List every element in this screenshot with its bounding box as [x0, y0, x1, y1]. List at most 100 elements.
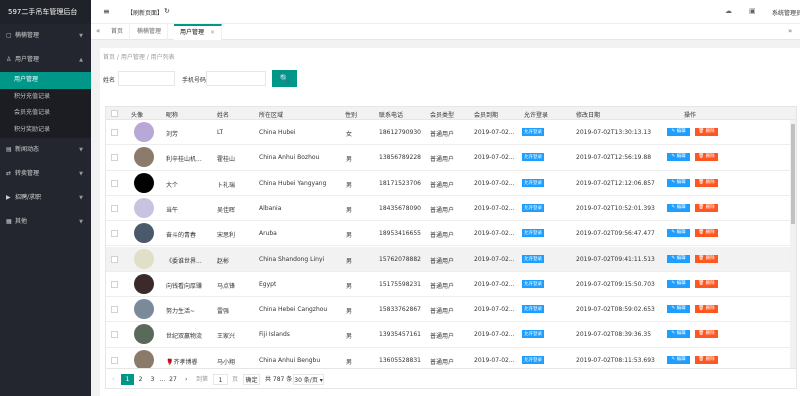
login-badge: 允许登录 [522, 279, 544, 288]
delete-button[interactable]: 🗑 删除 [695, 279, 718, 288]
row-checkbox[interactable] [111, 154, 118, 162]
nickname-cell: 向钱看向厚赚 [166, 282, 203, 290]
name-input[interactable] [118, 71, 175, 86]
fullscreen-icon[interactable]: ▣ [749, 7, 756, 15]
login-badge: 允许登录 [522, 229, 544, 238]
delete-button[interactable]: 🗑 删除 [695, 254, 718, 263]
box-icon: ▢ [6, 32, 12, 39]
row-checkbox[interactable] [111, 230, 118, 238]
refresh-icon[interactable]: ↻ [164, 7, 170, 15]
nav-item[interactable]: ▢ 楠楠管理 ▼ [0, 24, 91, 48]
edit-button[interactable]: ✎ 编辑 [667, 279, 690, 288]
user-menu[interactable]: 系统管理员 [772, 8, 800, 17]
phone-label: 手机号码 [182, 77, 207, 84]
edit-button[interactable]: ✎ 编辑 [667, 153, 690, 162]
modified-date-cell: 2019-07-02T12:56:19.88 [576, 154, 652, 162]
delete-button[interactable]: 🗑 删除 [695, 128, 718, 136]
confirm-button[interactable]: 确定 [243, 374, 260, 385]
row-checkbox[interactable] [111, 129, 118, 136]
nav-item[interactable]: ▦ 其他 ▼ [0, 210, 91, 234]
avatar [134, 223, 154, 244]
delete-button[interactable]: 🗑 删除 [695, 355, 718, 364]
edit-button[interactable]: ✎ 编辑 [667, 178, 690, 187]
tab-bar: « 首页 楠楠管理 用户管理 × » [91, 24, 800, 40]
row-checkbox[interactable] [111, 356, 118, 364]
edit-button[interactable]: ✎ 编辑 [667, 203, 690, 212]
area-cell: Aruba [259, 230, 277, 238]
row-checkbox[interactable] [111, 331, 118, 339]
tab-next-icon[interactable]: » [788, 27, 792, 35]
tab-nannan[interactable]: 楠楠管理 [131, 24, 169, 40]
submenu-item[interactable]: 用户管理 [0, 72, 91, 89]
delete-button[interactable]: 🗑 删除 [695, 153, 718, 162]
scrollbar-thumb[interactable] [791, 124, 795, 224]
close-icon[interactable]: × [210, 29, 215, 36]
row-checkbox[interactable] [111, 179, 118, 187]
sex-cell: 男 [346, 257, 353, 265]
area-cell: China Shandong Linyi [259, 255, 325, 263]
row-checkbox[interactable] [111, 306, 118, 314]
member-type-cell: 普通用户 [430, 282, 455, 290]
page-button[interactable]: 2 [137, 374, 144, 385]
tab-users[interactable]: 用户管理 × [174, 24, 223, 40]
phone-input[interactable] [206, 71, 266, 86]
delete-button[interactable]: 🗑 删除 [695, 229, 718, 238]
transfer-icon: ⇄ [6, 170, 12, 177]
tab-home[interactable]: 首页 [105, 24, 131, 40]
nickname-cell: 《委谁世界... [166, 257, 202, 265]
modified-date-cell: 2019-07-02T08:11:53.693 [576, 356, 655, 364]
next-page-button[interactable]: › [185, 374, 187, 385]
select-all-checkbox[interactable] [111, 110, 118, 117]
chevron-down-icon: ▼ [79, 171, 83, 177]
area-cell: Albania [259, 204, 282, 212]
member-type-cell: 普通用户 [430, 232, 455, 240]
submenu-item[interactable]: 积分充值记录 [0, 89, 91, 106]
nav-item[interactable]: ⇄ 转卖管理 ▼ [0, 162, 91, 186]
modified-date-cell: 2019-07-02T12:12:06.857 [576, 179, 655, 187]
name-label: 姓名 [103, 77, 116, 84]
page-button[interactable]: 1 [121, 374, 134, 385]
vertical-scrollbar[interactable] [790, 120, 796, 368]
page-button[interactable]: 3 [149, 374, 156, 385]
nav-item[interactable]: ▤ 新闻动态 ▼ [0, 138, 91, 162]
refresh-page-link[interactable]: 【刷新页面】 [127, 8, 163, 17]
page-size-select[interactable]: 30 条/页 ▾ [293, 374, 324, 385]
edit-button[interactable]: ✎ 编辑 [667, 355, 690, 364]
edit-button[interactable]: ✎ 编辑 [667, 305, 690, 314]
prev-page-button[interactable]: ‹ [112, 374, 114, 385]
edit-button[interactable]: ✎ 编辑 [667, 229, 690, 238]
tab-prev-icon[interactable]: « [96, 27, 100, 35]
col-header: 所在区域 [259, 112, 284, 119]
menu-icon[interactable]: ≡ [103, 7, 110, 16]
delete-button[interactable]: 🗑 删除 [695, 330, 718, 339]
cloud-icon[interactable]: ☁ [725, 7, 732, 15]
nav-item[interactable]: ▶ 招聘/求职 ▼ [0, 186, 91, 210]
col-header: 会员类型 [430, 112, 455, 119]
nav-item-users[interactable]: ♙ 用户管理 ▲ [0, 48, 91, 72]
search-button[interactable]: 🔍 [272, 70, 297, 87]
goto-label: 到第 [196, 376, 209, 383]
phone-cell: 18171523706 [379, 179, 421, 187]
edit-button[interactable]: ✎ 编辑 [667, 254, 690, 263]
edit-button[interactable]: ✎ 编辑 [667, 330, 690, 339]
page-number-input[interactable]: 1 [213, 374, 228, 385]
area-cell: China Anhui Bengbu [259, 356, 321, 364]
table-row: 🌹齐孝博睿 马小翔 China Anhui Bengbu 男 13605528831 普通… [106, 348, 796, 368]
row-checkbox[interactable] [111, 255, 118, 263]
edit-button[interactable]: ✎ 编辑 [667, 128, 690, 136]
table-row: 世纪双赢物流 王家兴 Fiji Islands 男 13935457161 普通用户 201… [106, 322, 796, 348]
delete-button[interactable]: 🗑 删除 [695, 203, 718, 212]
row-checkbox[interactable] [111, 204, 118, 212]
row-checkbox[interactable] [111, 280, 118, 288]
expiry-cell: 2019-07-02... [474, 280, 515, 288]
delete-button[interactable]: 🗑 删除 [695, 305, 718, 314]
submenu-item[interactable]: 积分奖励记录 [0, 122, 91, 139]
page-button[interactable]: 27 [168, 374, 178, 385]
submenu-item[interactable]: 会员充值记录 [0, 105, 91, 122]
phone-cell: 15833762867 [379, 306, 421, 314]
expiry-cell: 2019-07-02... [474, 204, 515, 212]
delete-button[interactable]: 🗑 删除 [695, 178, 718, 187]
modified-date-cell: 2019-07-02T08:59:02.653 [576, 306, 655, 314]
login-badge: 允许登录 [522, 305, 544, 314]
name-cell: 霍桂山 [217, 156, 236, 164]
